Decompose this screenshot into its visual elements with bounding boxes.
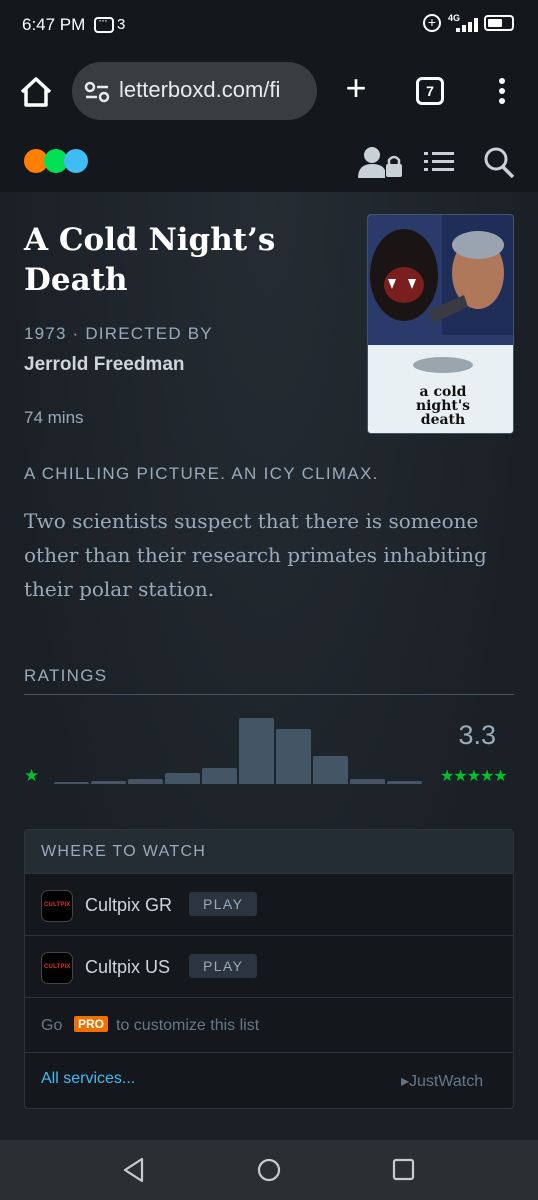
site-header bbox=[0, 136, 538, 192]
go-pro-row: Go PRO to customize this list bbox=[25, 998, 513, 1053]
ratings-divider bbox=[24, 694, 514, 695]
service-row-cultpix-gr[interactable]: CULTPIX Cultpix GR PLAY bbox=[25, 874, 513, 936]
film-tagline: A CHILLING PICTURE. AN ICY CLIMAX. bbox=[24, 464, 379, 483]
histogram-bar[interactable] bbox=[350, 779, 385, 784]
all-services-row: All services... ▸JustWatch bbox=[25, 1053, 513, 1107]
battery-icon bbox=[484, 15, 514, 31]
where-to-watch-panel: WHERE TO WATCH CULTPIX Cultpix GR PLAY C… bbox=[24, 829, 514, 1109]
search-icon[interactable] bbox=[482, 146, 516, 178]
pro-badge[interactable]: PRO bbox=[74, 1016, 109, 1032]
all-services-link[interactable]: All services... bbox=[41, 1070, 135, 1088]
service-row-cultpix-us[interactable]: CULTPIX Cultpix US PLAY bbox=[25, 936, 513, 998]
url-text[interactable]: letterboxd.com/fi bbox=[119, 77, 309, 103]
home-button[interactable] bbox=[18, 75, 54, 109]
tab-switcher-button[interactable]: 7 bbox=[416, 77, 444, 105]
message-notification-icon bbox=[94, 13, 114, 33]
browser-menu-button[interactable] bbox=[492, 78, 512, 108]
histogram-bar[interactable] bbox=[387, 781, 422, 784]
justwatch-logo[interactable]: ▸JustWatch bbox=[401, 1071, 483, 1091]
where-to-watch-heading: WHERE TO WATCH bbox=[25, 830, 513, 874]
film-year-directed: 1973 · DIRECTED BY bbox=[24, 324, 213, 343]
cultpix-logo-icon: CULTPIX bbox=[41, 890, 73, 922]
browser-toolbar: letterboxd.com/fi + 7 bbox=[0, 50, 538, 136]
site-settings-icon[interactable] bbox=[84, 80, 110, 104]
account-lock-icon[interactable] bbox=[358, 146, 404, 178]
back-icon[interactable] bbox=[120, 1156, 148, 1184]
ratings-histogram[interactable] bbox=[54, 712, 424, 784]
play-button[interactable]: PLAY bbox=[189, 954, 258, 978]
min-rating-star-icon: ★ bbox=[24, 766, 40, 785]
histogram-bar[interactable] bbox=[165, 773, 200, 784]
average-rating[interactable]: 3.3 bbox=[440, 720, 496, 751]
cultpix-logo-icon: CULTPIX bbox=[41, 952, 73, 984]
home-icon bbox=[20, 77, 52, 107]
histogram-bar[interactable] bbox=[54, 782, 89, 784]
status-time: 6:47 PM bbox=[22, 15, 86, 34]
film-synopsis: Two scientists suspect that there is som… bbox=[24, 509, 487, 601]
poster-title-text: a cold night's death bbox=[415, 384, 471, 428]
system-navigation-bar bbox=[0, 1140, 538, 1200]
film-poster[interactable]: a cold night's death bbox=[367, 214, 514, 434]
histogram-bar[interactable] bbox=[202, 768, 237, 784]
customize-text: to customize this list bbox=[116, 1017, 260, 1034]
play-button[interactable]: PLAY bbox=[189, 892, 258, 916]
histogram-bar[interactable] bbox=[276, 729, 311, 784]
director-link[interactable]: Jerrold Freedman bbox=[24, 354, 185, 376]
film-page: A Cold Night’s Death 1973 · DIRECTED BY … bbox=[0, 192, 538, 1140]
go-text: Go bbox=[41, 1017, 63, 1034]
service-name[interactable]: Cultpix US bbox=[85, 957, 170, 978]
histogram-bar[interactable] bbox=[313, 756, 348, 784]
film-runtime: 74 mins bbox=[24, 408, 84, 427]
histogram-bar[interactable] bbox=[128, 779, 163, 784]
histogram-bar[interactable] bbox=[239, 718, 274, 784]
film-title: A Cold Night’s Death bbox=[24, 222, 276, 298]
histogram-bar[interactable] bbox=[91, 781, 126, 784]
home-nav-icon[interactable] bbox=[255, 1156, 283, 1184]
address-bar[interactable]: letterboxd.com/fi bbox=[72, 62, 317, 120]
ratings-heading: RATINGS bbox=[24, 666, 108, 685]
max-rating-stars-icon: ★★★★★ bbox=[440, 768, 508, 785]
service-name[interactable]: Cultpix GR bbox=[85, 895, 172, 916]
recents-icon[interactable] bbox=[390, 1156, 418, 1184]
signal-icon bbox=[452, 18, 478, 32]
status-bar: 6:47 PM 3 + 4G bbox=[0, 0, 538, 50]
menu-list-icon[interactable] bbox=[422, 146, 456, 178]
data-saver-icon: + bbox=[423, 14, 441, 32]
notification-count: 3 bbox=[117, 16, 126, 33]
letterboxd-logo[interactable] bbox=[24, 149, 88, 173]
new-tab-button[interactable]: + bbox=[340, 70, 372, 106]
